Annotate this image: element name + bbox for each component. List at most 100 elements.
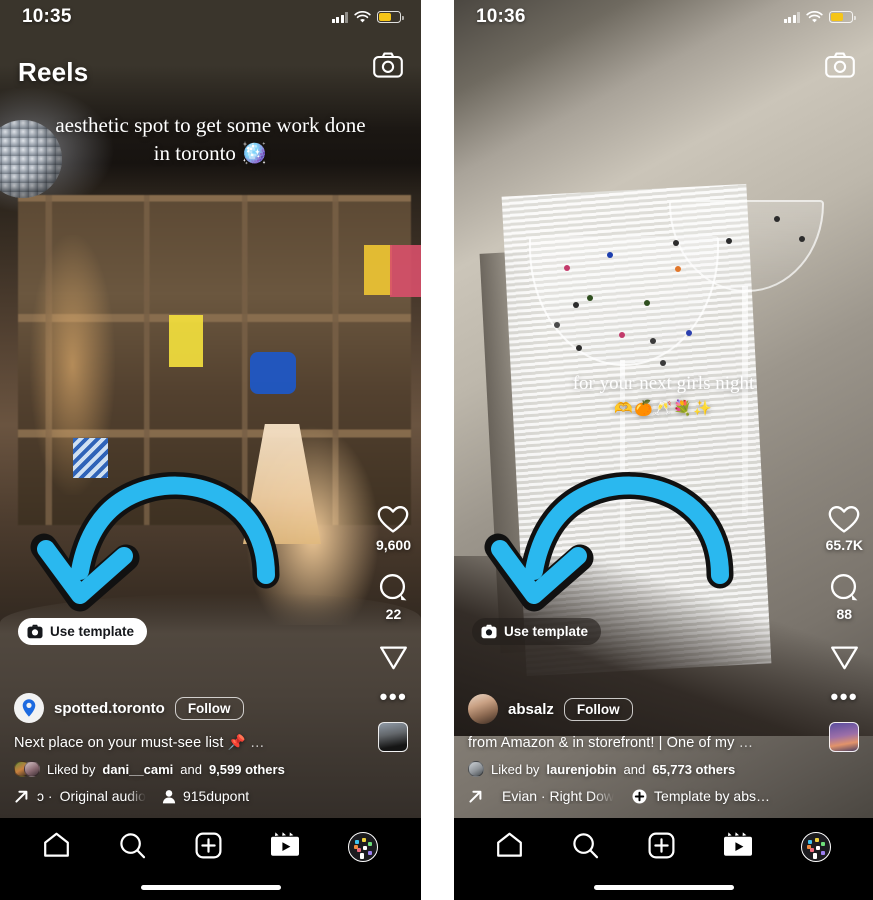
- tab-search[interactable]: [119, 832, 146, 859]
- audio-scroll-fragment: ɔ ·: [37, 788, 53, 804]
- liked-by-count: 65,773 others: [652, 761, 736, 777]
- audio-title: Evian · Right Dow: [502, 788, 615, 804]
- audio-title-marquee[interactable]: ɔ · Original audio: [37, 788, 146, 804]
- product-blue-bag: [250, 352, 296, 394]
- comment-icon: [379, 574, 407, 601]
- comment-button[interactable]: 22: [378, 573, 409, 622]
- battery-icon: [829, 11, 856, 23]
- ellipsis-icon: •••: [830, 684, 859, 709]
- account-username[interactable]: absalz: [508, 701, 554, 718]
- reel-caption[interactable]: Next place on your must-see list 📌 …: [14, 734, 354, 751]
- audio-cover-button[interactable]: [378, 722, 409, 752]
- location-pin-avatar[interactable]: [14, 693, 44, 723]
- status-icons: [783, 10, 856, 24]
- caption-more[interactable]: …: [250, 735, 265, 751]
- tab-profile[interactable]: [800, 832, 831, 862]
- share-button[interactable]: [829, 642, 860, 672]
- cellular-bars-icon: [331, 11, 348, 23]
- paper-plane-icon: [380, 646, 407, 670]
- follow-button[interactable]: Follow: [563, 697, 633, 721]
- profile-photo-avatar[interactable]: [468, 694, 498, 724]
- audio-cover-thumbnail: [829, 722, 860, 752]
- reel-info-left: spotted.toronto Follow Next place on you…: [14, 693, 354, 804]
- share-arrow-icon: [469, 790, 482, 803]
- tab-reels[interactable]: [271, 832, 300, 858]
- wifi-icon: [806, 10, 823, 22]
- audio-row[interactable]: Evian · Right Dow Template by abs…: [468, 788, 808, 804]
- heart-icon: [828, 506, 860, 533]
- use-template-label: Use template: [50, 624, 135, 639]
- like-button[interactable]: 9,600: [376, 505, 411, 553]
- tab-create[interactable]: [195, 832, 222, 859]
- audio-tag[interactable]: Template by abs…: [632, 788, 770, 804]
- tab-search[interactable]: [572, 832, 599, 859]
- plus-square-icon: [195, 832, 222, 859]
- liked-by-avatars: [14, 761, 40, 777]
- reel-caption[interactable]: from Amazon & in storefront! | One of my…: [468, 735, 808, 751]
- share-arrow-icon: [15, 790, 28, 803]
- profile-avatar-icon: [800, 832, 831, 862]
- comment-count: 22: [385, 606, 402, 622]
- tab-reels[interactable]: [723, 832, 752, 858]
- camera-template-icon: [481, 624, 497, 639]
- liked-by-prefix: Liked by: [47, 761, 96, 777]
- camera-template-icon: [27, 624, 43, 639]
- home-icon: [43, 832, 69, 857]
- reels-clapper-icon: [723, 832, 752, 856]
- liked-by-name[interactable]: laurenjobin: [546, 762, 616, 777]
- liked-by-row[interactable]: Liked by dani__cami and 9,599 others: [14, 761, 354, 777]
- product-red-box: [390, 245, 421, 297]
- wifi-icon: [354, 10, 371, 22]
- use-template-button[interactable]: Use template: [18, 618, 148, 645]
- person-icon: [162, 789, 176, 803]
- account-username[interactable]: spotted.toronto: [54, 700, 165, 717]
- home-indicator: [593, 885, 734, 890]
- audio-cover-button[interactable]: [829, 722, 860, 752]
- like-count: 65.7K: [825, 537, 863, 553]
- tab-create[interactable]: [648, 832, 675, 859]
- follow-button[interactable]: Follow: [174, 696, 244, 720]
- status-bar-right: 10:36: [454, 0, 873, 34]
- action-rail-left: 9,600 22 •••: [376, 505, 411, 752]
- use-template-label: Use template: [504, 624, 589, 639]
- audio-tag-label: 915dupont: [182, 788, 250, 804]
- product-yellow-box: [364, 245, 392, 295]
- paper-plane-icon: [830, 646, 858, 670]
- more-options-button[interactable]: •••: [830, 684, 859, 709]
- phone-screen-left: 10:35 Reels aesthetic spot to get some w…: [0, 0, 421, 900]
- tab-profile[interactable]: [348, 832, 379, 862]
- glass-stem-back: [742, 286, 748, 516]
- account-row: spotted.toronto Follow: [14, 693, 354, 723]
- phone-screen-right: 10:36 for your next girls night 🫶🍊�: [454, 0, 873, 900]
- comment-button[interactable]: 88: [829, 573, 860, 622]
- liked-by-prefix: Liked by: [491, 761, 540, 777]
- comment-icon: [830, 574, 858, 601]
- tab-home[interactable]: [43, 832, 70, 858]
- account-row: absalz Follow: [468, 694, 808, 724]
- screenshot-divider: [421, 0, 454, 900]
- liked-by-middle: and: [180, 761, 202, 777]
- audio-tag[interactable]: 915dupont: [162, 788, 249, 804]
- reels-clapper-icon: [271, 832, 300, 856]
- audio-row[interactable]: ɔ · Original audio 915dupont: [14, 788, 354, 804]
- comment-count: 88: [836, 606, 853, 622]
- like-button[interactable]: 65.7K: [826, 505, 863, 553]
- camera-icon[interactable]: [825, 52, 855, 83]
- audio-cover-thumbnail: [378, 722, 409, 752]
- share-button[interactable]: [378, 642, 409, 672]
- avatar: [468, 761, 484, 777]
- liked-by-row[interactable]: Liked by laurenjobin and 65,773 others: [468, 761, 808, 777]
- tab-home[interactable]: [496, 832, 523, 858]
- camera-icon[interactable]: [373, 52, 403, 83]
- cellular-bars-icon: [783, 11, 800, 23]
- dual-phone-screenshot: 10:35 Reels aesthetic spot to get some w…: [0, 0, 873, 900]
- audio-title-marquee[interactable]: Evian · Right Dow: [495, 788, 614, 804]
- search-icon: [573, 833, 599, 859]
- use-template-button[interactable]: Use template: [472, 618, 602, 645]
- liked-by-avatars: [468, 761, 484, 777]
- status-bar-left: 10:35: [0, 0, 421, 34]
- liked-by-name[interactable]: dani__cami: [102, 762, 173, 777]
- more-options-button[interactable]: •••: [380, 686, 408, 708]
- caption-more[interactable]: …: [739, 735, 754, 751]
- liked-by-middle: and: [623, 761, 646, 777]
